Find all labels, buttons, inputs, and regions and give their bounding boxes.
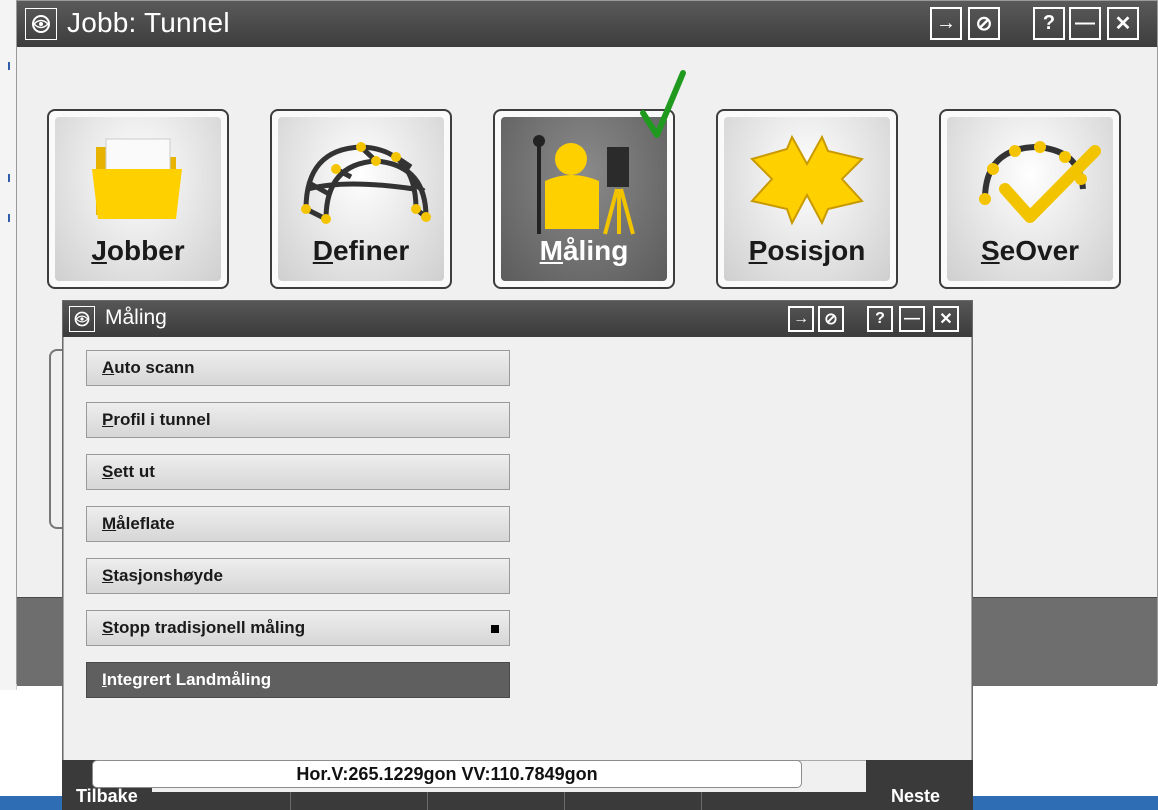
angle-status-readout: Hor.V:265.1229gon VV:110.7849gon: [92, 760, 802, 788]
softkey-separator: [427, 792, 428, 810]
maling-dialog: Måling → ⊘ ? — ✕ Auto scann Profil i tun…: [62, 300, 973, 810]
tile-seover[interactable]: SeOver: [939, 109, 1121, 289]
tunnel-profile-button[interactable]: Profil i tunnel: [86, 402, 510, 438]
stake-out-button[interactable]: Sett ut: [86, 454, 510, 490]
close-icon[interactable]: ✕: [933, 306, 959, 332]
tile-background: Måling: [501, 117, 667, 281]
edge-marker: [8, 174, 10, 182]
softkey-separator: [701, 792, 702, 810]
edge-marker: [8, 214, 10, 222]
window-title: Jobb: Tunnel: [67, 7, 230, 38]
tile-label: Posisjon: [748, 235, 866, 266]
minimize-icon[interactable]: —: [1069, 7, 1101, 40]
help-icon[interactable]: ?: [867, 306, 893, 332]
softkey-row: [62, 792, 973, 810]
station-elevation-button[interactable]: Stasjonshøyde: [86, 558, 510, 594]
trimble-logo-icon[interactable]: [69, 306, 95, 332]
map-switch-icon[interactable]: →: [930, 7, 962, 40]
stop-conventional-survey-button[interactable]: Stopp tradisjonell måling: [86, 610, 510, 646]
tile-label: SeOver: [980, 235, 1080, 266]
close-icon[interactable]: ✕: [1107, 7, 1139, 40]
softkey-separator: [564, 792, 565, 810]
cancel-icon[interactable]: ⊘: [818, 306, 844, 332]
dialog-titlebar: Måling → ⊘ ? — ✕: [63, 301, 972, 337]
help-icon[interactable]: ?: [1033, 7, 1065, 40]
tile-background: SeOver: [947, 117, 1113, 281]
measure-surface-button[interactable]: Måleflate: [86, 506, 510, 542]
tile-definer[interactable]: Definer: [270, 109, 452, 289]
tile-background: Jobber: [55, 117, 221, 281]
crossroad-arrows-icon: [750, 134, 864, 226]
folder-icon: [92, 138, 182, 219]
checkmark-icon: [640, 70, 686, 138]
stop-square-icon: [491, 625, 499, 633]
cancel-icon[interactable]: ⊘: [968, 7, 1000, 40]
map-switch-icon[interactable]: →: [788, 306, 814, 332]
tile-jobber[interactable]: Jobber: [47, 109, 229, 289]
dialog-body: Auto scann Profil i tunnel Sett ut Målef…: [63, 337, 972, 761]
taskbar-strip: [973, 796, 1158, 810]
dialog-title: Måling: [105, 306, 167, 329]
tile-label: Måling: [539, 235, 629, 266]
tile-label: Jobber: [91, 235, 185, 266]
surveyor-instrument-icon: [533, 135, 635, 235]
tunnel-grid-icon: [301, 142, 431, 224]
minimize-icon[interactable]: —: [899, 306, 925, 332]
trimble-logo-icon[interactable]: [25, 8, 57, 40]
integrated-survey-button[interactable]: Integrert Landmåling: [86, 662, 510, 698]
next-softkey[interactable]: Neste: [866, 760, 973, 810]
left-window-edge: [0, 0, 17, 690]
edge-marker: [8, 62, 10, 70]
main-titlebar: Jobb: Tunnel → ⊘ ? — ✕: [17, 1, 1157, 47]
tile-label: Definer: [312, 235, 410, 266]
tile-background: Posisjon: [724, 117, 890, 281]
tile-background: Definer: [278, 117, 444, 281]
tile-posisjon[interactable]: Posisjon: [716, 109, 898, 289]
softkey-separator: [290, 792, 291, 810]
taskbar-strip: [0, 796, 62, 810]
auto-scan-button[interactable]: Auto scann: [86, 350, 510, 386]
tunnel-check-icon: [979, 141, 1101, 223]
